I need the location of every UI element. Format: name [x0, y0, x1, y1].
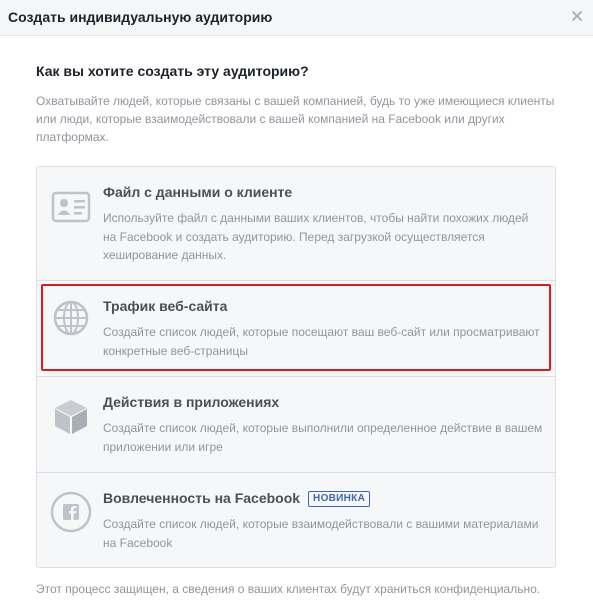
cube-icon: [55, 400, 87, 434]
audience-source-options: Файл с данными о клиенте Используйте фай…: [36, 166, 556, 568]
option-title: Действия в приложениях: [103, 394, 280, 410]
option-facebook-engagement[interactable]: Вовлеченность на Facebook НОВИНКА Создайт…: [37, 473, 555, 567]
option-description: Используйте файл с данными ваших клиенто…: [103, 211, 529, 262]
globe-icon: [53, 300, 89, 336]
section-description: Охватывайте людей, которые связаны с ваш…: [36, 94, 555, 144]
customer-file-icon: [51, 191, 91, 223]
option-description: Создайте список людей, которые посещают …: [103, 325, 540, 358]
close-icon[interactable]: [569, 8, 585, 24]
option-app-activity[interactable]: Действия в приложениях Создайте список л…: [37, 377, 555, 472]
option-title-text: Вовлеченность на Facebook: [103, 490, 301, 506]
dialog-header: Создать индивидуальную аудиторию: [0, 0, 593, 36]
new-badge: НОВИНКА: [308, 491, 371, 507]
dialog-title: Создать индивидуальную аудиторию: [8, 9, 273, 25]
option-title: Файл с данными о клиенте: [103, 184, 293, 200]
option-customer-file[interactable]: Файл с данными о клиенте Используйте фай…: [37, 167, 555, 280]
option-website-traffic[interactable]: Трафик веб-сайта Создайте список людей, …: [37, 281, 555, 376]
option-title: Вовлеченность на Facebook НОВИНКА: [103, 490, 371, 507]
create-custom-audience-dialog: Создать индивидуальную аудиторию Как вы …: [0, 0, 593, 612]
option-description: Создайте список людей, которые взаимодей…: [103, 517, 539, 550]
privacy-notice: Этот процесс защищен, а сведения о ваших…: [36, 582, 541, 596]
section-question: Как вы хотите создать эту аудиторию?: [36, 63, 309, 79]
option-description: Создайте список людей, которые выполнили…: [103, 421, 543, 454]
facebook-icon: [50, 491, 92, 533]
option-title: Трафик веб-сайта: [103, 298, 228, 314]
